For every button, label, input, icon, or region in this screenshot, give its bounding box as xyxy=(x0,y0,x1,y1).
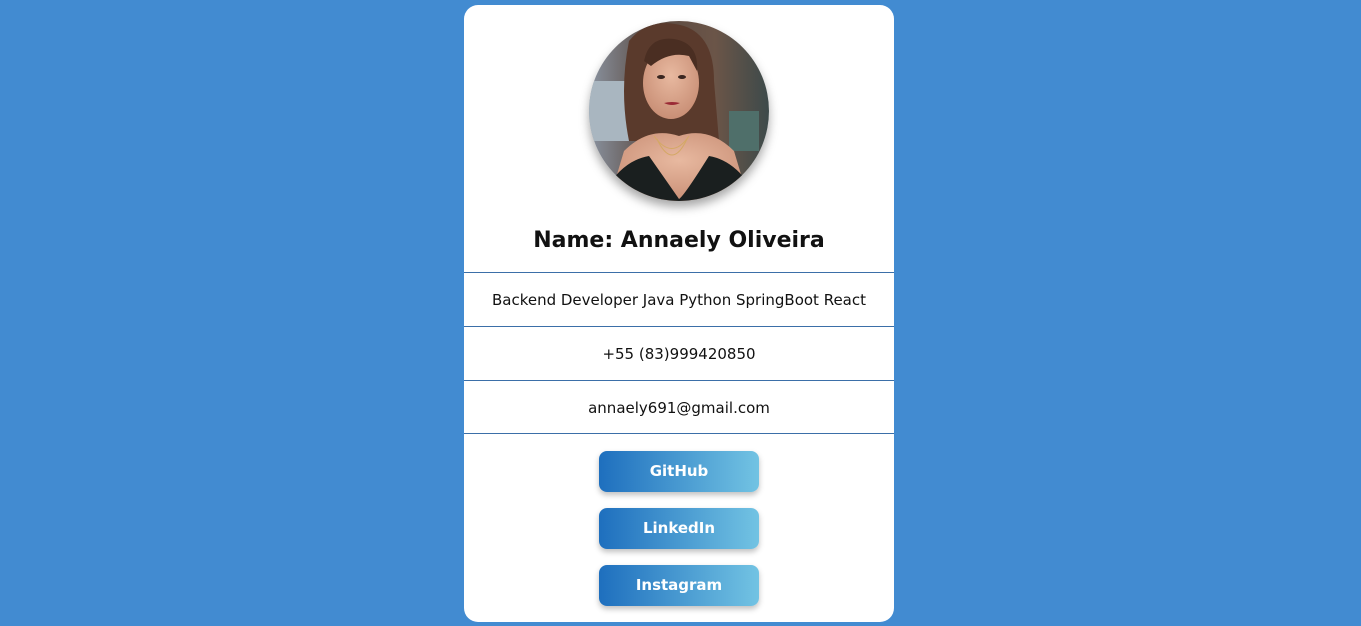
avatar-photo xyxy=(589,21,769,201)
github-button[interactable]: GitHub xyxy=(599,451,759,492)
profile-card: Name: Annaely Oliveira Backend Developer… xyxy=(464,5,894,622)
bio-row: Backend Developer Java Python SpringBoot… xyxy=(464,272,894,326)
phone-row: +55 (83)999420850 xyxy=(464,326,894,380)
email-row: annaely691@gmail.com xyxy=(464,380,894,434)
linkedin-button[interactable]: LinkedIn xyxy=(599,508,759,549)
instagram-button[interactable]: Instagram xyxy=(599,565,759,606)
avatar xyxy=(589,21,769,201)
profile-name: Name: Annaely Oliveira xyxy=(533,228,825,253)
